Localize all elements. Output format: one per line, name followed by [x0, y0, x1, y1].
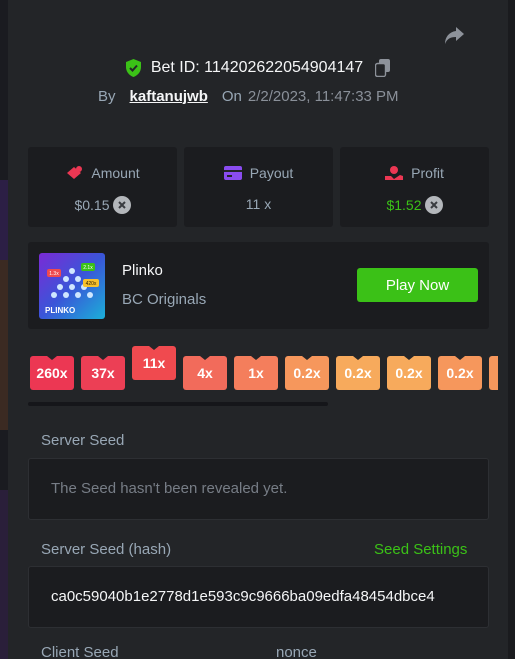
multiplier-chip: 1x	[234, 356, 278, 390]
server-seed-hash-field[interactable]: ca0c59040b1e2778d1e593c9c9666ba09edfa484…	[28, 566, 489, 628]
bet-id-row: Bet ID: 114202622054904147	[8, 57, 508, 79]
multiplier-label: 37x	[91, 365, 115, 381]
multiplier-label: 260x	[36, 365, 68, 381]
amount-label: Amount	[91, 165, 140, 181]
thumb-badge-1: 1.3x	[49, 271, 59, 277]
payout-value: 11 x	[245, 196, 272, 212]
thumb-title: PLINKO	[45, 306, 75, 315]
amount-value: $0.15	[74, 197, 110, 213]
multiplier-label: 11x	[142, 355, 166, 371]
server-seed-value: The Seed hasn't been revealed yet.	[51, 480, 288, 497]
multiplier-chip: 0.2x	[438, 356, 482, 390]
profit-value: $1.52	[386, 197, 422, 213]
multiplier-chip: 0.2x	[387, 356, 431, 390]
multiplier-chip: 260x	[30, 356, 74, 390]
seed-settings-link[interactable]: Seed Settings	[374, 541, 467, 558]
game-card: 1.3x 2.1x 420x PLINKO Plinko BC Original…	[28, 242, 489, 329]
multiplier-chip-partial	[489, 356, 498, 390]
bet-details-panel: Bet ID: 114202622054904147 By kaftanujwb…	[8, 0, 508, 659]
plinko-pyramid-icon: 1.3x 2.1x 420x PLINKO	[45, 263, 99, 315]
server-seed-label: Server Seed	[41, 432, 125, 449]
copy-icon[interactable]	[375, 59, 391, 77]
multiplier-chip: 4x	[183, 356, 227, 390]
server-seed-hash-label: Server Seed (hash)	[41, 541, 172, 558]
multiplier-chip: 37x	[81, 356, 125, 390]
bet-id: Bet ID: 114202622054904147	[150, 59, 364, 76]
scroll-track	[508, 0, 515, 659]
profit-label: Profit	[411, 165, 444, 181]
multiplier-chip: 0.2x	[285, 356, 329, 390]
server-seed-field: The Seed hasn't been revealed yet.	[28, 458, 489, 520]
server-seed-hash-value: ca0c59040b1e2778d1e593c9c9666ba09edfa484…	[51, 588, 435, 605]
by-label: By	[98, 87, 116, 105]
thumb-badge-2: 2.1x	[83, 265, 93, 271]
game-thumbnail[interactable]: 1.3x 2.1x 420x PLINKO	[39, 253, 105, 319]
background-strip	[0, 0, 8, 659]
bet-datetime: 2/2/2023, 11:47:33 PM	[247, 87, 399, 105]
bet-meta-row: By kaftanujwb On 2/2/2023, 11:47:33 PM	[98, 86, 399, 106]
profit-icon	[385, 166, 404, 180]
multiplier-row: 260x 37x 11x 4x 1x 0.2x 0.2x 0.2x 0.2x	[30, 346, 498, 396]
verified-shield-icon	[125, 59, 141, 77]
profit-card: Profit $1.52	[340, 147, 489, 227]
game-name: Plinko	[122, 262, 163, 279]
multiplier-label: 0.2x	[446, 365, 474, 381]
client-seed-label: Client Seed	[41, 644, 119, 659]
multiplier-label: 0.2x	[293, 365, 321, 381]
payout-icon	[223, 166, 242, 180]
play-now-button[interactable]: Play Now	[357, 268, 478, 302]
multiplier-scrollbar[interactable]	[28, 402, 328, 406]
multiplier-label: 0.2x	[395, 365, 423, 381]
username-link[interactable]: kaftanujwb	[130, 88, 208, 105]
coin-icon	[424, 196, 443, 214]
payout-card: Payout 11 x	[184, 147, 333, 227]
multiplier-chip: 0.2x	[336, 356, 380, 390]
multiplier-label: 4x	[197, 365, 213, 381]
amount-card: Amount $0.15	[28, 147, 177, 227]
amount-icon	[67, 166, 83, 179]
nonce-label: nonce	[276, 644, 317, 659]
share-icon[interactable]	[442, 24, 466, 46]
coin-icon	[112, 196, 131, 214]
multiplier-label: 1x	[248, 365, 264, 381]
multiplier-chip: 11x	[132, 346, 176, 380]
on-label: On	[221, 87, 242, 105]
multiplier-label: 0.2x	[344, 365, 372, 381]
game-provider: BC Originals	[122, 291, 207, 308]
thumb-badge-3: 420x	[86, 281, 97, 287]
payout-label: Payout	[249, 165, 294, 181]
